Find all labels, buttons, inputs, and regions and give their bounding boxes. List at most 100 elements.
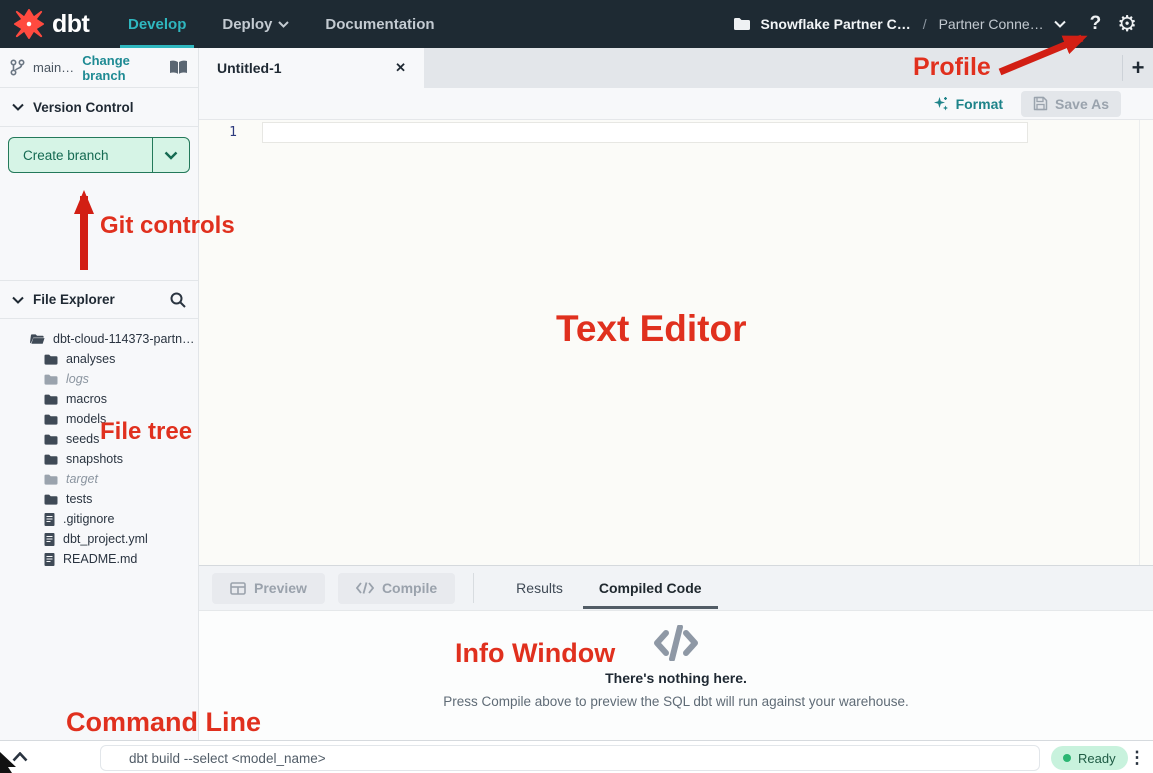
annotation-git-controls: Git controls [100, 212, 235, 240]
empty-state: There's nothing here. Press Compile abov… [199, 611, 1153, 709]
tree-item-macros[interactable]: macros [0, 389, 198, 409]
kebab-menu-icon[interactable]: ⋮ [1128, 744, 1146, 771]
dbt-logo-text: dbt [52, 10, 89, 39]
create-branch-label: Create branch [23, 148, 109, 163]
folder-icon [44, 354, 58, 365]
folder-icon [733, 17, 751, 31]
change-branch-link[interactable]: Change branch [82, 53, 161, 83]
save-icon [1033, 96, 1048, 111]
tree-item-tests[interactable]: tests [0, 489, 198, 509]
breadcrumb-separator: / [921, 16, 929, 32]
tree-item-readme-md[interactable]: README.md [0, 549, 198, 569]
editor-active-line[interactable] [262, 122, 1028, 143]
folder-icon [44, 474, 58, 485]
docs-book-icon[interactable] [169, 60, 188, 75]
close-tab-icon[interactable]: ✕ [391, 58, 410, 78]
annotation-file-tree: File tree [100, 418, 192, 446]
folder-icon [44, 394, 58, 405]
tree-item-gitignore[interactable]: .gitignore [0, 509, 198, 529]
add-tab-button[interactable]: + [1123, 48, 1153, 88]
tree-item-label: .gitignore [63, 512, 114, 526]
compile-button[interactable]: Compile [338, 573, 455, 604]
info-window-toolbar: Preview Compile Results Compiled Code [199, 566, 1153, 611]
chevron-down-icon [12, 103, 24, 111]
tree-item-label: tests [66, 492, 92, 506]
save-as-button[interactable]: Save As [1021, 91, 1121, 117]
sidebar: Version Control Create branch File Explo… [0, 88, 199, 740]
nav-deploy[interactable]: Deploy [204, 0, 307, 48]
chevron-down-icon[interactable] [1054, 20, 1066, 28]
tree-item-label: snapshots [66, 452, 123, 466]
branch-bar: main… Change branch [0, 48, 199, 88]
editor-toolbar: Format Save As [199, 88, 1153, 120]
status-badge: Ready [1051, 746, 1128, 770]
chevron-up-icon[interactable] [0, 752, 40, 762]
format-button[interactable]: Format [933, 96, 1003, 112]
empty-state-subtitle: Press Compile above to preview the SQL d… [199, 694, 1153, 709]
sparkle-icon [933, 96, 949, 112]
tab-results[interactable]: Results [498, 566, 581, 611]
compile-label: Compile [382, 580, 437, 596]
tree-item-label: macros [66, 392, 107, 406]
dbt-logo[interactable]: dbt [0, 9, 110, 39]
current-branch-name: main… [33, 60, 74, 75]
tree-item-logs[interactable]: logs [0, 369, 198, 389]
command-input[interactable]: dbt build --select <model_name> [100, 745, 1040, 771]
nav-documentation-label: Documentation [325, 16, 434, 33]
dbt-logo-icon [14, 9, 44, 39]
folder-icon [44, 454, 58, 465]
folder-icon [44, 434, 58, 445]
folder-icon [44, 494, 58, 505]
tree-item-label: logs [66, 372, 89, 386]
breadcrumb-environment[interactable]: Partner Conne… [939, 16, 1044, 32]
search-icon[interactable] [170, 292, 186, 308]
save-as-label: Save As [1055, 96, 1109, 112]
annotation-command-line: Command Line [66, 707, 261, 738]
file-icon [44, 513, 55, 526]
tab-strip-right: + [1122, 48, 1153, 88]
create-branch-dropdown[interactable] [153, 138, 189, 172]
file-icon [44, 553, 55, 566]
dbt-cloud-ide: dbt Develop Deploy Documentation Snowfla… [0, 0, 1153, 773]
tree-item-analyses[interactable]: analyses [0, 349, 198, 369]
preview-button[interactable]: Preview [212, 573, 325, 604]
folder-icon [44, 414, 58, 425]
annotation-info-window: Info Window [455, 638, 615, 669]
status-label: Ready [1078, 751, 1116, 766]
tree-item-label: analyses [66, 352, 115, 366]
table-icon [230, 582, 246, 595]
folder-icon [44, 374, 58, 385]
tree-item-project-root[interactable]: dbt-cloud-114373-partn… [0, 329, 198, 349]
main-nav: Develop Deploy Documentation [110, 0, 453, 48]
create-branch-split-button: Create branch [8, 137, 190, 173]
results-tab-label: Results [516, 580, 563, 596]
tree-item-label: seeds [66, 432, 99, 446]
editor-scrollbar-track[interactable] [1139, 120, 1140, 565]
tree-item-label: target [66, 472, 98, 486]
format-label: Format [956, 96, 1003, 112]
annotation-text-editor: Text Editor [556, 308, 747, 350]
tab-label: Untitled-1 [217, 60, 282, 76]
file-icon [44, 533, 55, 546]
tab-untitled-1[interactable]: Untitled-1 ✕ [199, 48, 424, 88]
line-number: 1 [223, 125, 237, 140]
nav-develop[interactable]: Develop [110, 0, 204, 48]
file-explorer-header[interactable]: File Explorer [0, 280, 198, 319]
version-control-header[interactable]: Version Control [0, 88, 198, 127]
command-input-text: dbt build --select <model_name> [129, 751, 326, 766]
gear-icon[interactable]: ⚙ [1117, 13, 1137, 35]
nav-documentation[interactable]: Documentation [307, 0, 452, 48]
annotation-profile: Profile [913, 53, 991, 82]
create-branch-button[interactable]: Create branch [9, 138, 153, 172]
tree-item-snapshots[interactable]: snapshots [0, 449, 198, 469]
code-slash-icon [653, 625, 699, 661]
breadcrumb-project[interactable]: Snowflake Partner C… [761, 16, 911, 32]
info-window: Preview Compile Results Compiled Code Th… [199, 565, 1153, 740]
tab-strip: Untitled-1 ✕ + [199, 48, 1153, 88]
tab-compiled-code[interactable]: Compiled Code [581, 566, 720, 611]
tree-item-dbt-project-yml[interactable]: dbt_project.yml [0, 529, 198, 549]
tree-item-target[interactable]: target [0, 469, 198, 489]
status-dot [1063, 754, 1071, 762]
folder-open-icon [30, 333, 45, 345]
help-icon[interactable]: ? [1076, 13, 1108, 35]
